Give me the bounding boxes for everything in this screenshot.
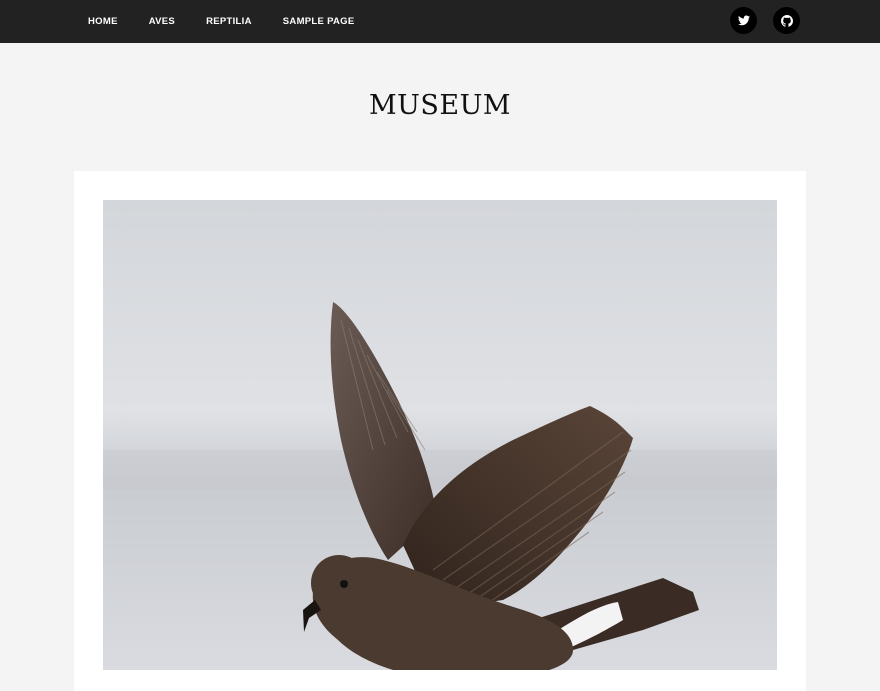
featured-post-card <box>74 171 806 691</box>
github-icon <box>780 14 793 27</box>
featured-image[interactable] <box>103 200 777 670</box>
nav-item-aves[interactable]: AVES <box>149 16 175 27</box>
top-navigation-bar: HOME AVES REPTILIA SAMPLE PAGE <box>0 0 880 43</box>
nav-item-home[interactable]: HOME <box>88 16 118 27</box>
site-title[interactable]: MUSEUM <box>0 90 880 121</box>
twitter-icon <box>737 15 750 26</box>
nav-item-sample-page[interactable]: SAMPLE PAGE <box>283 16 355 27</box>
storm-petrel-photo <box>103 200 777 670</box>
nav-item-reptilia[interactable]: REPTILIA <box>206 16 252 27</box>
twitter-link-button[interactable] <box>730 7 757 34</box>
github-link-button[interactable] <box>773 7 800 34</box>
primary-menu: HOME AVES REPTILIA SAMPLE PAGE <box>88 0 386 43</box>
